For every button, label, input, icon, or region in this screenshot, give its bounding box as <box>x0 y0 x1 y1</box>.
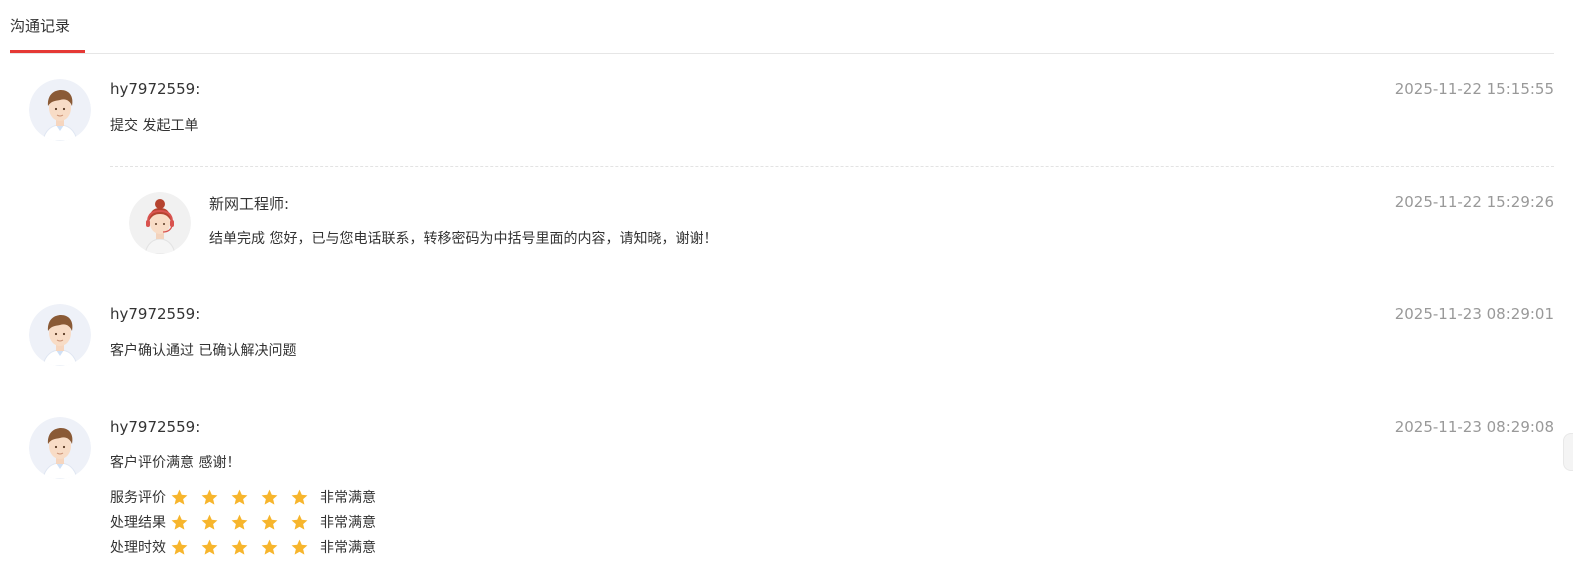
record-4-time: 2025-11-23 08:29:08 <box>1394 418 1554 436</box>
star-rating <box>170 487 320 507</box>
record-3-message: 客户确认通过 已确认解决问题 <box>110 343 297 359</box>
record-1-author: hy7972559: <box>110 80 201 98</box>
star-icon <box>230 487 260 507</box>
record-2-author: 新网工程师: <box>209 195 290 213</box>
rating-label: 处理时效 <box>110 540 166 556</box>
star-icon <box>230 512 260 532</box>
rating-verdict: 非常满意 <box>320 540 376 556</box>
side-scroll-handle[interactable] <box>1563 433 1573 471</box>
rating-label: 服务评价 <box>110 490 166 506</box>
record-1-message: 提交 发起工单 <box>110 118 199 134</box>
star-rating <box>170 512 320 532</box>
star-icon <box>170 512 200 532</box>
star-icon <box>200 537 230 557</box>
user-avatar-icon <box>29 304 91 366</box>
star-icon <box>290 487 320 507</box>
star-icon <box>290 512 320 532</box>
star-icon <box>290 537 320 557</box>
rating-verdict: 非常满意 <box>320 515 376 531</box>
record-4-author: hy7972559: <box>110 418 201 436</box>
reply-divider <box>110 166 1554 167</box>
star-icon <box>260 487 290 507</box>
record-4-message: 客户评价满意 感谢！ <box>110 455 241 471</box>
star-icon <box>260 512 290 532</box>
star-icon <box>230 537 260 557</box>
star-icon <box>260 537 290 557</box>
user-avatar-icon <box>29 417 91 479</box>
star-icon <box>200 512 230 532</box>
active-tab-indicator <box>10 50 85 53</box>
record-3-author: hy7972559: <box>110 305 201 323</box>
rating-label: 处理结果 <box>110 515 166 531</box>
star-icon <box>200 487 230 507</box>
record-2-time: 2025-11-22 15:29:26 <box>1394 193 1554 211</box>
rating-verdict: 非常满意 <box>320 490 376 506</box>
star-icon <box>170 487 200 507</box>
user-avatar-icon <box>29 79 91 141</box>
tab-communication-records[interactable]: 沟通记录 <box>10 15 70 36</box>
record-2-message: 结单完成 您好，已与您电话联系，转移密码为中括号里面的内容，请知晓，谢谢！ <box>209 231 718 247</box>
engineer-avatar-icon <box>129 192 191 254</box>
star-rating <box>170 537 320 557</box>
rating-timeliness: 处理时效 非常满意 <box>110 536 376 558</box>
rating-result: 处理结果 非常满意 <box>110 511 376 533</box>
record-3-time: 2025-11-23 08:29:01 <box>1394 305 1554 323</box>
star-icon <box>170 537 200 557</box>
tab-bar: 沟通记录 <box>10 0 1554 54</box>
record-1-time: 2025-11-22 15:15:55 <box>1394 80 1554 98</box>
rating-service: 服务评价 非常满意 <box>110 486 376 508</box>
